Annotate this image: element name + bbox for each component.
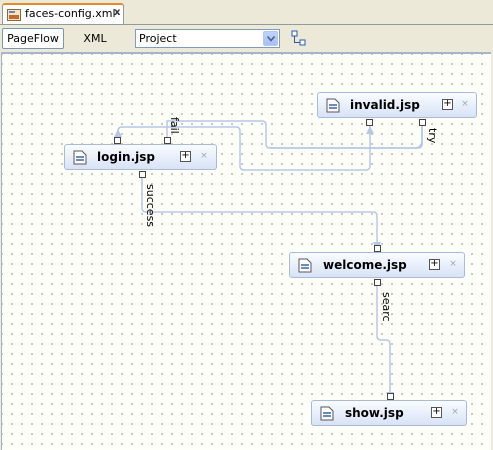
- editor-tab-bar: faces-config.xml x: [0, 0, 493, 25]
- expand-icon[interactable]: +: [429, 259, 440, 270]
- edge-label-success[interactable]: success: [144, 184, 157, 227]
- jsp-page-icon: [73, 150, 87, 165]
- node-port[interactable]: [374, 279, 381, 286]
- editor-tab-title: faces-config.xml: [25, 7, 116, 20]
- page-node-login[interactable]: login.jsp + ×: [64, 144, 217, 170]
- node-port[interactable]: [387, 393, 394, 400]
- jsf-file-icon: [7, 9, 21, 21]
- scope-select[interactable]: Project: [135, 29, 280, 48]
- page-node-label: login.jsp: [97, 150, 156, 164]
- node-port[interactable]: [366, 119, 373, 126]
- edge-label-fail[interactable]: fail: [168, 117, 181, 134]
- node-port[interactable]: [164, 137, 171, 144]
- tab-pageflow[interactable]: PageFlow: [2, 28, 64, 49]
- layout-icon[interactable]: [290, 29, 308, 48]
- close-icon[interactable]: ×: [450, 407, 460, 417]
- node-port[interactable]: [114, 137, 121, 144]
- page-node-invalid[interactable]: invalid.jsp + ×: [317, 92, 477, 118]
- jsp-page-icon: [326, 98, 340, 113]
- page-node-welcome[interactable]: welcome.jsp + ×: [289, 252, 465, 278]
- scope-select-value: Project: [139, 32, 177, 45]
- close-icon[interactable]: x: [114, 7, 120, 18]
- page-node-label: show.jsp: [345, 406, 404, 420]
- jsp-page-icon: [298, 258, 312, 273]
- close-icon[interactable]: ×: [460, 99, 470, 109]
- chevron-down-icon[interactable]: [263, 31, 278, 46]
- editor-tab-faces-config[interactable]: faces-config.xml x: [2, 3, 124, 24]
- tab-xml[interactable]: XML: [72, 28, 118, 49]
- close-icon[interactable]: ×: [448, 259, 458, 269]
- jsp-page-icon: [320, 406, 334, 421]
- node-port[interactable]: [139, 171, 146, 178]
- page-node-label: welcome.jsp: [323, 258, 407, 272]
- expand-icon[interactable]: +: [442, 99, 453, 110]
- page-node-label: invalid.jsp: [350, 98, 420, 112]
- node-port[interactable]: [419, 119, 426, 126]
- expand-icon[interactable]: +: [431, 407, 442, 418]
- page-node-show[interactable]: show.jsp + ×: [311, 400, 467, 426]
- node-port[interactable]: [374, 245, 381, 252]
- edge-label-search[interactable]: searc: [380, 292, 393, 322]
- close-icon[interactable]: ×: [199, 151, 209, 161]
- edge-label-try[interactable]: try: [426, 128, 439, 143]
- expand-icon[interactable]: +: [180, 151, 191, 162]
